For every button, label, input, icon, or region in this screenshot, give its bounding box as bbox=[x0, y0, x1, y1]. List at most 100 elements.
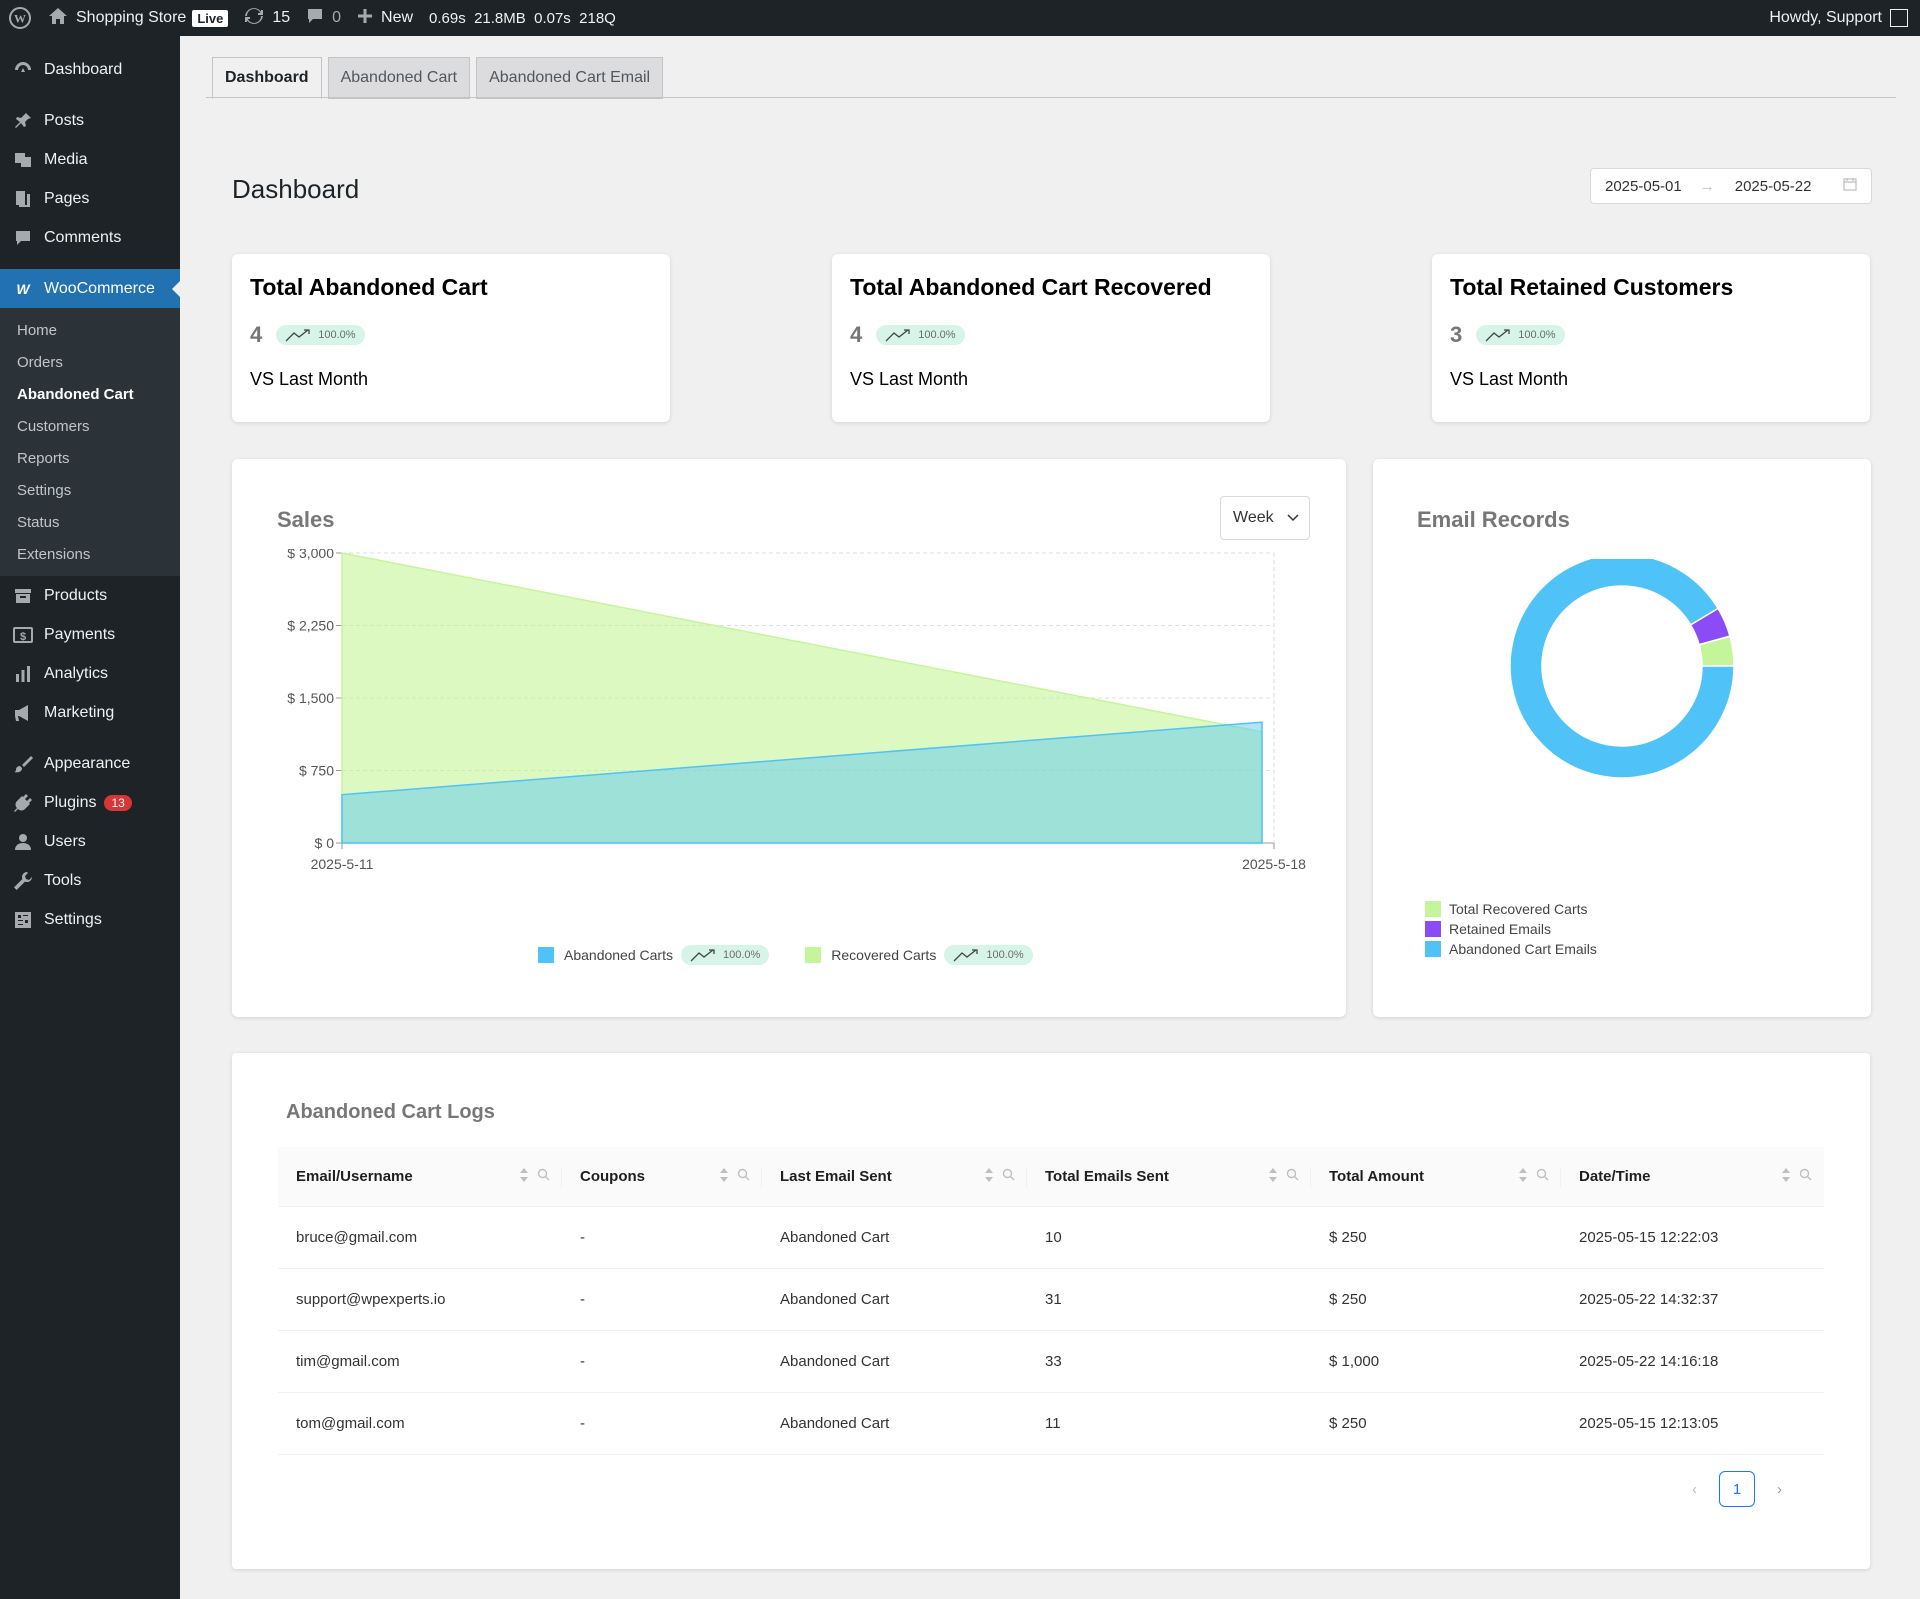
calendar-icon bbox=[1843, 177, 1857, 195]
table-row[interactable]: tom@gmail.com - Abandoned Cart 11 $ 250 2025-… bbox=[278, 1393, 1824, 1455]
search-icon[interactable] bbox=[1002, 1168, 1015, 1185]
site-name: Shopping Store bbox=[76, 9, 187, 26]
menu-label: Posts bbox=[44, 111, 85, 129]
sort-icon[interactable] bbox=[1518, 1167, 1528, 1187]
table-cell: 2025-05-22 14:32:37 bbox=[1579, 1291, 1719, 1308]
submenu-item-customers[interactable]: Customers bbox=[0, 410, 180, 442]
search-icon[interactable] bbox=[737, 1168, 750, 1185]
tab-abandoned-cart[interactable]: Abandoned Cart bbox=[327, 57, 471, 99]
menu-item-products[interactable]: Products bbox=[0, 576, 180, 615]
menu-item-plugins[interactable]: Plugins 13 bbox=[0, 783, 180, 822]
menu-item-users[interactable]: Users bbox=[0, 822, 180, 861]
legend-label: Total Recovered Carts bbox=[1449, 901, 1588, 917]
date-start[interactable]: 2025-05-01 bbox=[1605, 178, 1682, 195]
wrench-icon bbox=[12, 870, 34, 892]
updates-link[interactable]: 15 bbox=[236, 0, 298, 36]
column-header[interactable]: Last Email Sent bbox=[762, 1147, 1027, 1207]
column-header[interactable]: Date/Time bbox=[1561, 1147, 1824, 1207]
column-header[interactable]: Email/Username bbox=[278, 1147, 562, 1207]
plugin-update-badge: 13 bbox=[104, 794, 132, 811]
sort-icon[interactable] bbox=[1268, 1167, 1278, 1187]
page-title: Dashboard bbox=[232, 174, 360, 204]
tab-dashboard[interactable]: Dashboard bbox=[212, 57, 322, 99]
submenu-item-status[interactable]: Status bbox=[0, 506, 180, 538]
change-badge: 100.0% bbox=[944, 945, 1033, 965]
table-cell: Abandoned Cart bbox=[780, 1291, 890, 1308]
search-icon[interactable] bbox=[537, 1168, 550, 1185]
submenu-item-extensions[interactable]: Extensions bbox=[0, 538, 180, 570]
period-select[interactable]: Week bbox=[1220, 496, 1310, 540]
menu-item-analytics[interactable]: Analytics bbox=[0, 654, 180, 693]
search-icon[interactable] bbox=[1286, 1168, 1299, 1185]
sort-icon[interactable] bbox=[1781, 1167, 1791, 1187]
submenu-item-settings[interactable]: Settings bbox=[0, 474, 180, 506]
submenu-item-orders[interactable]: Orders bbox=[0, 346, 180, 378]
menu-item-woocommerce[interactable]: W WooCommerce bbox=[0, 269, 180, 308]
stat-title: Total Abandoned Cart bbox=[250, 274, 488, 300]
sales-legend: Abandoned Carts 100.0% Recovered Carts 1… bbox=[538, 945, 1033, 965]
plugin-icon bbox=[12, 792, 34, 814]
change-badge: 100.0% bbox=[1476, 325, 1565, 345]
column-header[interactable]: Total Emails Sent bbox=[1027, 1147, 1311, 1207]
menu-item-appearance[interactable]: Appearance bbox=[0, 744, 180, 783]
date-end[interactable]: 2025-05-22 bbox=[1735, 178, 1812, 195]
comments-link[interactable]: 0 bbox=[298, 0, 349, 36]
column-header[interactable]: Total Amount bbox=[1311, 1147, 1561, 1207]
menu-item-marketing[interactable]: Marketing bbox=[0, 693, 180, 732]
table-header: Email/Username Coupons Last Email Sent Tota… bbox=[278, 1147, 1824, 1207]
search-icon[interactable] bbox=[1536, 1168, 1549, 1185]
submenu-item-home[interactable]: Home bbox=[0, 314, 180, 346]
date-range-picker[interactable]: 2025-05-01 → 2025-05-22 bbox=[1590, 168, 1872, 204]
legend-item: Total Recovered Carts bbox=[1425, 899, 1597, 919]
menu-item-dashboard[interactable]: Dashboard bbox=[0, 50, 180, 89]
menu-item-payments[interactable]: $ Payments bbox=[0, 615, 180, 654]
query-monitor-link[interactable]: 0.69s 21.8MB 0.07s 218Q bbox=[421, 0, 624, 36]
table-cell: - bbox=[580, 1353, 585, 1370]
prev-page-icon[interactable]: ‹ bbox=[1692, 1481, 1697, 1498]
submenu-item-reports[interactable]: Reports bbox=[0, 442, 180, 474]
sort-icon[interactable] bbox=[519, 1167, 529, 1187]
table-cell: 31 bbox=[1045, 1291, 1062, 1308]
table-row[interactable]: support@wpexperts.io - Abandoned Cart 31 $ 2… bbox=[278, 1269, 1824, 1331]
comments-count: 0 bbox=[332, 9, 342, 26]
column-header[interactable]: Coupons bbox=[562, 1147, 762, 1207]
menu-item-media[interactable]: Media bbox=[0, 140, 180, 179]
table-row[interactable]: tim@gmail.com - Abandoned Cart 33 $ 1,000 202… bbox=[278, 1331, 1824, 1393]
menu-item-tools[interactable]: Tools bbox=[0, 861, 180, 900]
admin-sidebar: Dashboard Posts Media Pages Comments W W… bbox=[0, 36, 180, 1599]
tab-abandoned-cart-email[interactable]: Abandoned Cart Email bbox=[476, 57, 664, 99]
email-records-panel: Email Records Total Recovered Carts Reta… bbox=[1373, 459, 1871, 1017]
menu-item-pages[interactable]: Pages bbox=[0, 179, 180, 218]
dashboard-icon bbox=[12, 59, 34, 81]
menu-label: Tools bbox=[44, 871, 82, 889]
sales-chart: $ 0 $ 750 $ 1,500 $ 2,250 $ 3,000 2025-5-11 20… bbox=[287, 549, 1306, 872]
stat-value: 4 bbox=[850, 322, 863, 347]
change-value: 100.0% bbox=[918, 329, 956, 341]
donut-slice-abandoned-cart-emails[interactable] bbox=[1509, 559, 1735, 779]
pagination: ‹ 1 › bbox=[1692, 1471, 1782, 1507]
next-page-icon[interactable]: › bbox=[1777, 1481, 1782, 1498]
sort-icon[interactable] bbox=[984, 1167, 994, 1187]
woocommerce-icon: W bbox=[12, 278, 34, 300]
menu-label: WooCommerce bbox=[44, 279, 155, 297]
table-row[interactable]: bruce@gmail.com - Abandoned Cart 10 $ 250 202… bbox=[278, 1207, 1824, 1269]
new-label: New bbox=[381, 9, 414, 26]
wordpress-logo-icon[interactable]: W bbox=[0, 0, 40, 36]
menu-label: Dashboard bbox=[44, 60, 123, 78]
stat-value: 4 bbox=[250, 322, 263, 347]
menu-item-settings[interactable]: Settings bbox=[0, 900, 180, 939]
page-number[interactable]: 1 bbox=[1719, 1471, 1755, 1507]
site-name-link[interactable]: Shopping Store Live bbox=[40, 0, 236, 36]
howdy-text: Howdy, Support bbox=[1769, 9, 1882, 26]
menu-item-posts[interactable]: Posts bbox=[0, 101, 180, 140]
my-account-link[interactable]: Howdy, Support bbox=[1769, 9, 1920, 27]
table-cell: 10 bbox=[1045, 1229, 1062, 1246]
y-tick-label: $ 1,500 bbox=[287, 690, 334, 706]
menu-item-comments[interactable]: Comments bbox=[0, 218, 180, 257]
new-content-link[interactable]: New bbox=[349, 0, 421, 36]
svg-text:$: $ bbox=[20, 631, 26, 643]
submenu-item-abandoned-cart[interactable]: Abandoned Cart bbox=[0, 378, 180, 410]
stat-title: Total Abandoned Cart Recovered bbox=[850, 274, 1212, 300]
sort-icon[interactable] bbox=[719, 1167, 729, 1187]
search-icon[interactable] bbox=[1799, 1168, 1812, 1185]
